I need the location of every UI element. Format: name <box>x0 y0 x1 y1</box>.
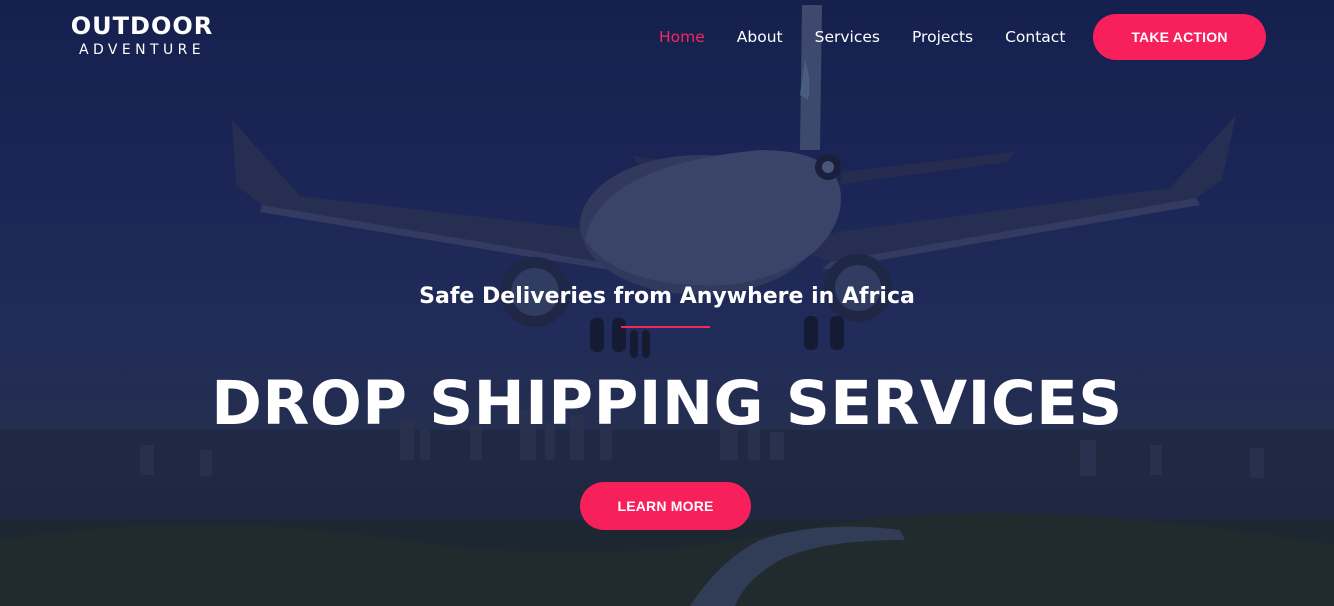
site-logo[interactable]: OUTDOOR ADVENTURE <box>66 12 218 59</box>
take-action-button[interactable]: TAKE ACTION <box>1093 14 1266 60</box>
hero-section: OUTDOOR ADVENTURE Home About Services Pr… <box>0 0 1334 606</box>
logo-line-outdoor: OUTDOOR <box>70 12 214 40</box>
hero-headline: DROP SHIPPING SERVICES <box>211 368 1123 439</box>
learn-more-button[interactable]: LEARN MORE <box>580 482 751 530</box>
nav-item-contact[interactable]: Contact <box>1005 26 1065 48</box>
nav-item-about[interactable]: About <box>737 26 783 48</box>
nav-item-home[interactable]: Home <box>659 26 705 48</box>
nav-item-projects[interactable]: Projects <box>912 26 973 48</box>
hero-divider <box>621 326 710 328</box>
logo-line-adventure: ADVENTURE <box>79 42 205 58</box>
hero-subtitle: Safe Deliveries from Anywhere in Africa <box>419 284 915 309</box>
nav-item-services[interactable]: Services <box>815 26 880 48</box>
main-nav: Home About Services Projects Contact <box>659 26 1097 48</box>
